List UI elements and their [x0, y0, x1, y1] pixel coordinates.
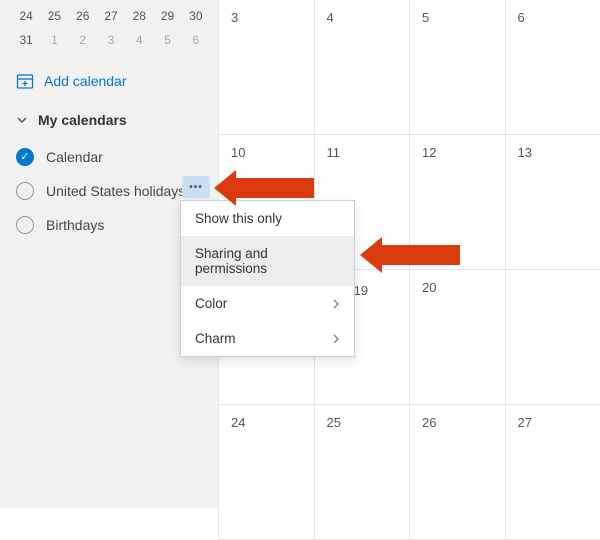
ellipsis-icon: •••	[189, 182, 203, 193]
checkbox-icon[interactable]	[16, 216, 34, 234]
mini-cal-day[interactable]: 3	[97, 28, 125, 52]
calendar-context-menu: Show this only Sharing and permissions C…	[180, 200, 355, 357]
sidebar-item-calendar[interactable]: ✓ Calendar	[0, 140, 218, 174]
add-calendar-label: Add calendar	[44, 73, 127, 89]
calendar-item-label: United States holidays	[46, 183, 185, 199]
day-cell[interactable]: 6	[505, 0, 600, 135]
mini-cal-day[interactable]: 2	[69, 28, 97, 52]
mini-cal-day[interactable]: 31	[12, 28, 40, 52]
day-cell[interactable]: 4	[314, 0, 410, 135]
more-actions-button[interactable]: •••	[182, 176, 210, 198]
day-cell[interactable]: 24	[218, 405, 314, 540]
day-cell[interactable]: 3	[218, 0, 314, 135]
chevron-right-icon	[332, 298, 340, 310]
day-cell[interactable]: 20	[409, 270, 505, 405]
mini-calendar[interactable]: 24 25 26 27 28 29 30 31 1 2 3 4 5 6	[0, 4, 218, 62]
day-cell[interactable]	[505, 270, 600, 405]
mini-cal-day[interactable]: 26	[69, 4, 97, 28]
day-cell[interactable]: 26	[409, 405, 505, 540]
mini-cal-day[interactable]: 29	[153, 4, 181, 28]
menu-color[interactable]: Color	[181, 286, 354, 321]
mini-cal-day[interactable]: 30	[182, 4, 210, 28]
mini-cal-day[interactable]: 25	[40, 4, 68, 28]
day-cell[interactable]: 5	[409, 0, 505, 135]
menu-show-this-only[interactable]: Show this only	[181, 201, 354, 236]
checkbox-icon[interactable]: ✓	[16, 148, 34, 166]
mini-cal-day[interactable]: 1	[40, 28, 68, 52]
calendar-item-label: Birthdays	[46, 217, 104, 233]
mini-cal-day[interactable]: 5	[153, 28, 181, 52]
day-cell[interactable]: 13	[505, 135, 600, 270]
add-calendar-button[interactable]: Add calendar	[0, 62, 218, 104]
menu-charm[interactable]: Charm	[181, 321, 354, 356]
section-label: My calendars	[38, 112, 127, 128]
calendar-plus-icon	[16, 72, 34, 90]
chevron-down-icon	[16, 114, 28, 126]
day-cell[interactable]: 27	[505, 405, 600, 540]
checkbox-icon[interactable]	[16, 182, 34, 200]
day-cell[interactable]: 25	[314, 405, 410, 540]
mini-cal-day[interactable]: 24	[12, 4, 40, 28]
mini-cal-day[interactable]: 28	[125, 4, 153, 28]
calendar-item-label: Calendar	[46, 149, 103, 165]
menu-sharing-permissions[interactable]: Sharing and permissions	[181, 236, 354, 286]
my-calendars-toggle[interactable]: My calendars	[0, 104, 218, 136]
day-cell[interactable]: 12	[409, 135, 505, 270]
mini-cal-day[interactable]: 6	[182, 28, 210, 52]
chevron-right-icon	[332, 333, 340, 345]
mini-cal-day[interactable]: 4	[125, 28, 153, 52]
mini-cal-day[interactable]: 27	[97, 4, 125, 28]
